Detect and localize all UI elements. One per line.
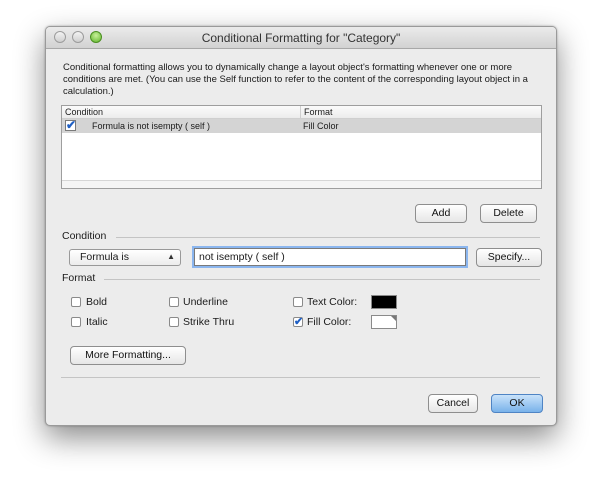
strike-thru-checkbox[interactable] <box>169 317 179 327</box>
more-formatting-button[interactable]: More Formatting... <box>70 346 186 365</box>
checkmark-icon: ✔ <box>294 316 304 328</box>
formula-input[interactable]: not isempty ( self ) <box>194 248 466 266</box>
format-section-label: Format <box>62 272 96 284</box>
bold-checkbox[interactable] <box>71 297 81 307</box>
cancel-button[interactable]: Cancel <box>428 394 478 413</box>
text-color-checkbox[interactable] <box>293 297 303 307</box>
column-header-condition[interactable]: Condition <box>65 106 103 118</box>
underline-checkbox[interactable] <box>169 297 179 307</box>
underline-label: Underline <box>183 296 228 308</box>
fill-color-swatch[interactable] <box>371 315 397 329</box>
strike-thru-label: Strike Thru <box>183 316 235 328</box>
column-header-format[interactable]: Format <box>300 106 333 118</box>
horizontal-scrollbar[interactable] <box>62 180 541 188</box>
format-divider <box>104 279 540 280</box>
bold-label: Bold <box>86 296 108 308</box>
add-button[interactable]: Add <box>415 204 467 223</box>
row-format: Fill Color <box>303 121 339 131</box>
fill-color-label: Fill Color: <box>307 316 352 328</box>
fill-color-checkbox[interactable]: ✔ <box>293 316 304 328</box>
title-bar: Conditional Formatting for "Category" <box>46 27 556 49</box>
table-header: Condition Format <box>62 106 541 119</box>
specify-button[interactable]: Specify... <box>476 248 542 267</box>
italic-label: Italic <box>86 316 108 328</box>
conditional-formatting-dialog: Conditional Formatting for "Category" Co… <box>45 26 557 426</box>
ok-button[interactable]: OK <box>491 394 543 413</box>
row-enabled-checkbox[interactable]: ✔ <box>65 118 77 132</box>
condition-divider <box>116 237 540 238</box>
condition-type-select[interactable]: Formula is ▲ <box>69 249 181 266</box>
delete-button[interactable]: Delete <box>480 204 537 223</box>
condition-type-value: Formula is <box>80 251 130 263</box>
text-color-swatch[interactable] <box>371 295 397 309</box>
condition-section-label: Condition <box>62 230 107 242</box>
conditions-table[interactable]: Condition Format ✔ Formula is not isempt… <box>61 105 542 189</box>
updown-arrows-icon: ▲ <box>167 252 175 261</box>
checkmark-icon: ✔ <box>66 118 77 132</box>
formula-input-value: not isempty ( self ) <box>199 251 285 263</box>
window-title: Conditional Formatting for "Category" <box>201 31 401 45</box>
row-condition: Formula is not isempty ( self ) <box>92 121 211 131</box>
bottom-divider <box>61 377 540 378</box>
dialog-description: Conditional formatting allows you to dyn… <box>63 62 528 97</box>
italic-checkbox[interactable] <box>71 317 81 327</box>
table-row[interactable]: ✔ Formula is not isempty ( self ) Fill C… <box>62 118 541 133</box>
text-color-label: Text Color: <box>307 296 358 308</box>
